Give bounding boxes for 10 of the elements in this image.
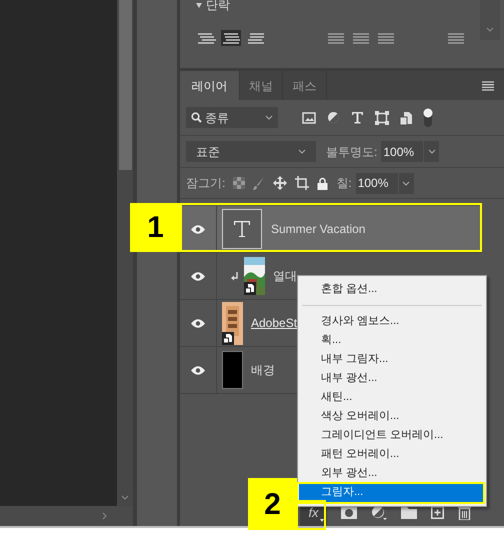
layer-name: 배경 [251, 362, 275, 379]
opacity-label: 불투명도: [326, 144, 378, 160]
panel-title: 단락 [206, 0, 230, 12]
step-callout: 1 [130, 203, 181, 252]
layer-name: AdobeSt [251, 315, 298, 332]
step-callout: 2 [248, 478, 297, 530]
lock-label: 잠그기: [186, 175, 226, 192]
layer-name: Summer Vacation [271, 221, 366, 238]
fill-label: 칠: [336, 175, 352, 192]
layer-name: 열대 [273, 268, 297, 285]
